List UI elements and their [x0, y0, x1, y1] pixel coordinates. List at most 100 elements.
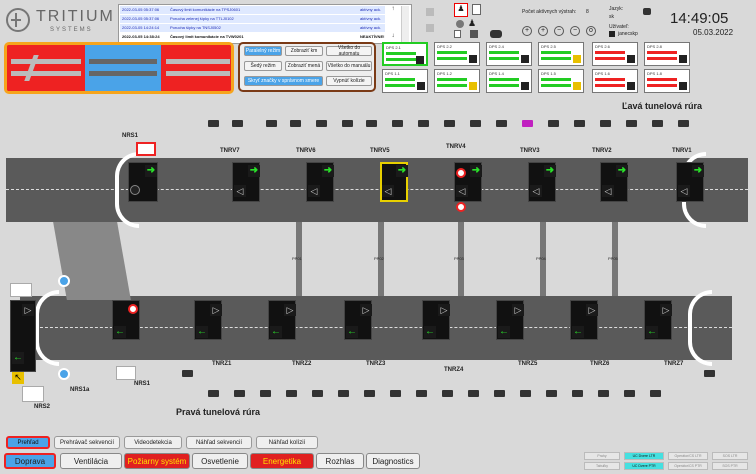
zoom-out-more-icon[interactable]: − — [570, 26, 580, 36]
dps-panel[interactable]: DPS 1.5 — [538, 69, 584, 93]
info-sign-icon[interactable] — [58, 368, 70, 380]
alert-scrollbar[interactable] — [401, 6, 409, 42]
camera-icon[interactable] — [574, 120, 585, 127]
camera-icon[interactable] — [496, 120, 507, 127]
tab-sequence-player[interactable]: Prehrávač sekvencií — [54, 436, 120, 449]
grey-mode-button[interactable]: Šedý režim — [244, 61, 282, 71]
camera-icon[interactable] — [316, 120, 327, 127]
alert-row[interactable]: 2022-03-05 14:38:24 Časový limit komunik… — [120, 33, 385, 41]
zoom-fit-icon[interactable]: o — [586, 26, 596, 36]
camera-icon[interactable] — [286, 390, 297, 397]
status-doors-ptr[interactable]: UC Dvere PTR — [624, 462, 664, 470]
tab-video-detection[interactable]: Videodetekcia — [124, 436, 182, 449]
person-icon[interactable]: ♟ — [454, 3, 468, 17]
dps-panel[interactable]: DPS 2.6 — [592, 42, 638, 66]
tab-lighting[interactable]: Osvetlenie — [192, 453, 248, 469]
status-sos-ltr[interactable]: SOS LTR — [712, 452, 748, 460]
camera-icon[interactable] — [392, 120, 403, 127]
camera-icon[interactable] — [338, 390, 349, 397]
dps-panel[interactable]: DPS 1.6 — [592, 69, 638, 93]
tab-sequence-preview[interactable]: Náhľad sekvencií — [186, 436, 252, 449]
sound-icon[interactable] — [426, 8, 434, 16]
tab-fire-system[interactable]: Požiarny systém — [124, 453, 190, 469]
camera-icon[interactable] — [650, 390, 661, 397]
overview-middle[interactable] — [85, 45, 161, 91]
tab-diagnostics[interactable]: Diagnostics — [366, 453, 420, 469]
camera-icon[interactable] — [624, 390, 635, 397]
sound-off-icon[interactable] — [426, 24, 434, 32]
show-names-button[interactable]: Zobraziť mená — [285, 61, 323, 71]
info-sign-icon[interactable] — [58, 275, 70, 287]
tab-energy[interactable]: Energetika — [250, 453, 314, 469]
nrs-display[interactable] — [136, 142, 156, 156]
camera-icon[interactable] — [364, 390, 375, 397]
alert-scroll-down[interactable]: ↓ — [389, 33, 397, 41]
camera-icon[interactable] — [418, 120, 429, 127]
camera-icon[interactable] — [678, 120, 689, 127]
dps-panel[interactable]: DPS 1.4 — [486, 69, 532, 93]
parallel-mode-button[interactable]: Paralelný režim — [244, 46, 282, 56]
camera-icon[interactable] — [548, 120, 559, 127]
collisions-off-button[interactable]: Vypnúť kolízie — [326, 76, 372, 86]
status-operator-ptr[interactable]: Operátor/CS PTR — [668, 462, 708, 470]
camera-icon[interactable] — [442, 390, 453, 397]
tab-broadcast[interactable]: Rozhlas — [316, 453, 364, 469]
dps-panel[interactable]: DPS 2.1 — [382, 42, 428, 66]
camera-icon[interactable] — [626, 120, 637, 127]
camera-icon[interactable] — [652, 120, 663, 127]
status-doors-ltr[interactable]: UC Dvere LTR — [624, 452, 664, 460]
camera-icon[interactable] — [260, 390, 271, 397]
alert-row[interactable]: 2022-03-05 05:37:06 Časový limit komunik… — [120, 6, 385, 14]
camera-icon[interactable] — [208, 390, 219, 397]
status-sos-ptr[interactable]: SOS PTR — [712, 462, 748, 470]
camera-icon[interactable] — [470, 120, 481, 127]
nrs-display[interactable] — [22, 386, 44, 402]
camera-icon[interactable] — [546, 390, 557, 397]
camera-icon[interactable] — [232, 120, 243, 127]
dps-panel[interactable]: DPS 1.1 — [382, 69, 428, 93]
alert-row[interactable]: 2022-03-05 05:37:06 Porucha zelenej šípk… — [120, 15, 385, 23]
zoom-in-more-icon[interactable]: + — [538, 26, 548, 36]
tab-traffic[interactable]: Doprava — [4, 453, 56, 469]
all-manual-button[interactable]: Všetko do manuálu — [326, 61, 372, 71]
nrs-display[interactable] — [116, 366, 136, 380]
dps-panel[interactable]: DPS 2.2 — [434, 42, 480, 66]
tab-overview[interactable]: Prehľad — [6, 436, 50, 449]
car-icon[interactable] — [490, 30, 502, 38]
alert-list[interactable]: 2022-03-05 05:37:06 Časový limit komunik… — [118, 4, 412, 44]
camera-icon[interactable] — [182, 370, 193, 377]
nrs-display[interactable] — [10, 283, 32, 297]
camera-icon[interactable] — [312, 390, 323, 397]
camera-icon[interactable] — [290, 120, 301, 127]
camera-icon[interactable] — [572, 390, 583, 397]
overview-west[interactable] — [7, 45, 84, 91]
camera-icon[interactable] — [520, 390, 531, 397]
settings-icon[interactable] — [456, 20, 464, 28]
camera-icon[interactable] — [416, 390, 427, 397]
camera-icon[interactable] — [444, 120, 455, 127]
camera-icon[interactable] — [468, 390, 479, 397]
tab-ventilation[interactable]: Ventilácia — [60, 453, 122, 469]
chat-icon[interactable] — [643, 8, 651, 15]
camera-icon[interactable] — [208, 120, 219, 127]
camera-icon[interactable] — [342, 120, 353, 127]
camera-icon[interactable] — [234, 390, 245, 397]
zoom-out-icon[interactable]: − — [554, 26, 564, 36]
camera-icon[interactable] — [600, 120, 611, 127]
user-value[interactable]: janecskp — [618, 31, 638, 37]
camera-icon[interactable] — [266, 120, 277, 127]
camera-icon[interactable] — [598, 390, 609, 397]
zoom-in-icon[interactable]: + — [522, 26, 532, 36]
all-auto-button[interactable]: Všetko do automatu — [326, 45, 372, 57]
alert-row[interactable]: 2022-03-05 14:24:14 Porucha šípky na TNS… — [120, 24, 385, 32]
status-operator-ltr[interactable]: Operátor/CS LTR — [668, 452, 708, 460]
camera-icon[interactable] — [494, 390, 505, 397]
dps-panel[interactable]: DPS 1.8 — [644, 69, 690, 93]
camera-icon[interactable] — [390, 390, 401, 397]
camera-icon[interactable] — [366, 120, 377, 127]
overview-east[interactable] — [162, 45, 231, 91]
tunnel-overview[interactable] — [4, 42, 234, 94]
lang-value[interactable]: sk — [609, 14, 614, 20]
users-icon[interactable]: ♟ — [468, 18, 478, 28]
show-km-button[interactable]: Zobraziť km — [285, 46, 323, 56]
